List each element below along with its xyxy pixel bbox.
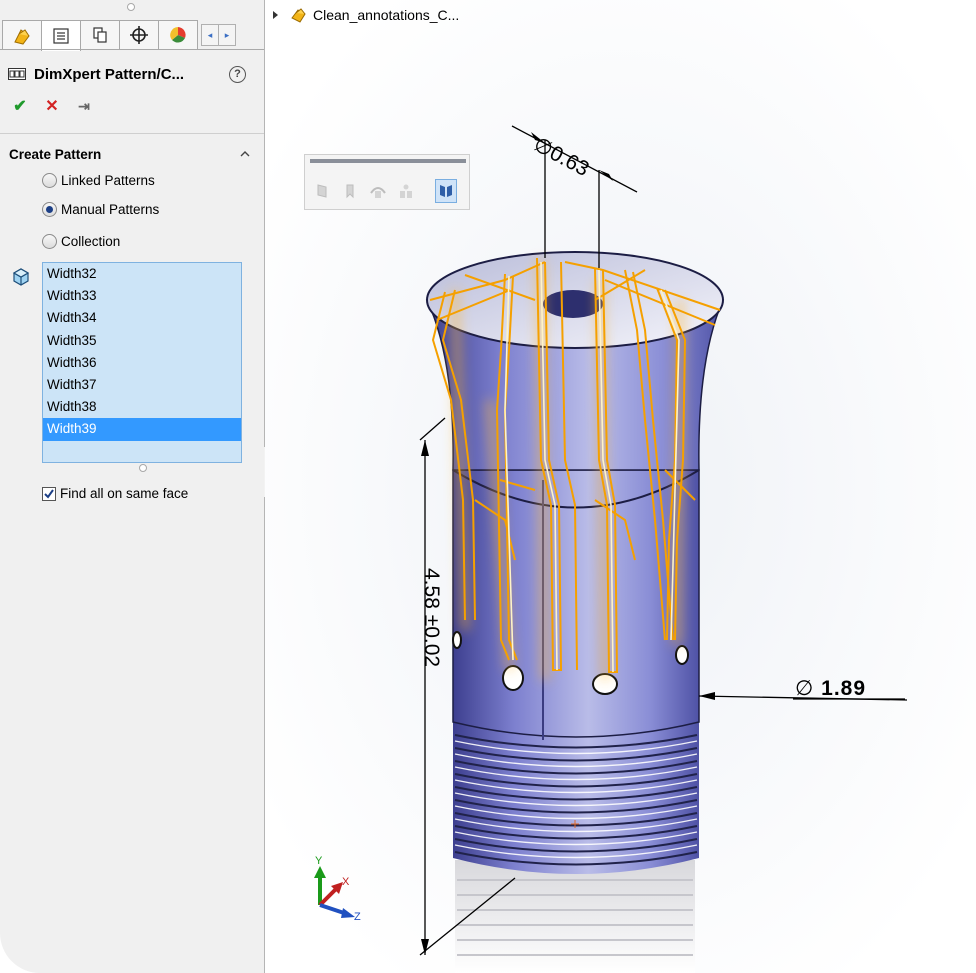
radio-manual-patterns[interactable]: Manual Patterns	[42, 202, 159, 217]
dimension-value: 1.89	[821, 677, 867, 700]
cancel-button[interactable]: ✕	[42, 96, 62, 116]
dimension-outer-diameter[interactable]: ∅ 1.89	[795, 676, 866, 701]
action-buttons: ✔ ✕ ⇥	[10, 96, 106, 116]
property-manager-icon	[53, 28, 69, 44]
tab-scroll-left[interactable]: ◂	[201, 24, 219, 46]
graphics-area[interactable]: Clean_annotations_C... ∅0.63 4.58 ±0.02 …	[265, 0, 976, 973]
dimxpert-pattern-icon	[8, 68, 26, 80]
radio-button-checked[interactable]	[42, 202, 57, 217]
dimension-value: 4.58 ±0.02	[420, 568, 443, 668]
page-title: DimXpert Pattern/C...	[34, 65, 185, 83]
radio-collection[interactable]: Collection	[42, 234, 120, 249]
display-manager-icon	[170, 27, 186, 43]
tab-scroll: ◂ ▸	[201, 24, 236, 50]
tab-property-manager[interactable]	[41, 20, 81, 51]
group-pattern-icon	[400, 184, 412, 198]
pattern-features-list[interactable]: Width32 Width33 Width34 Width35 Width36 …	[42, 262, 242, 463]
app-window: ◂ ▸ DimXpert Pattern/C... ? ✔ ✕ ⇥ Create…	[0, 0, 976, 973]
list-item[interactable]: Width37	[43, 374, 241, 396]
tab-display-manager[interactable]	[158, 20, 198, 49]
header-divider	[0, 133, 264, 134]
pin-button[interactable]: ⇥	[74, 96, 94, 116]
list-resize-grip[interactable]	[139, 464, 147, 472]
property-manager-header: DimXpert Pattern/C... ?	[8, 62, 258, 86]
bookmark-icon	[346, 184, 354, 199]
axis-x-label: X	[342, 876, 350, 888]
radio-label: Manual Patterns	[61, 202, 160, 217]
toolbar-button-4[interactable]	[395, 179, 417, 203]
panel-resize-grip[interactable]	[127, 3, 135, 11]
dimxpert-manager-icon	[130, 26, 148, 44]
checkbox-label: Find all on same face	[60, 486, 189, 501]
create-pattern-group-header[interactable]: Create Pattern	[9, 145, 259, 163]
radio-label: Collection	[61, 234, 121, 249]
chevron-up-icon[interactable]	[239, 148, 251, 160]
toolbar-button-1[interactable]	[311, 179, 333, 203]
radio-button[interactable]	[42, 234, 57, 249]
toolbar-button-3[interactable]	[367, 179, 389, 203]
list-item[interactable]: Width33	[43, 285, 241, 307]
list-item[interactable]: Width34	[43, 307, 241, 329]
radio-linked-patterns[interactable]: Linked Patterns	[42, 173, 155, 188]
axis-y-label: Y	[315, 855, 323, 867]
list-item[interactable]: Width32	[43, 263, 241, 285]
arc-pattern-icon	[370, 187, 386, 198]
cube-icon	[12, 268, 30, 286]
tab-scroll-right[interactable]: ▸	[218, 24, 236, 46]
collection-pattern-icon	[440, 185, 452, 197]
toolbar-button-2[interactable]	[339, 179, 361, 203]
flag-icon	[317, 184, 327, 198]
ok-button[interactable]: ✔	[10, 96, 30, 116]
list-item[interactable]: Width38	[43, 396, 241, 418]
list-item[interactable]: Width35	[43, 330, 241, 352]
axis-z-label: Z	[354, 911, 361, 923]
dimension-length[interactable]: 4.58 ±0.02	[419, 568, 443, 667]
feature-manager-icon	[14, 29, 30, 45]
manager-tabs: ◂ ▸	[2, 20, 262, 51]
tab-feature-manager[interactable]	[2, 20, 42, 49]
configuration-manager-icon	[93, 27, 107, 43]
tab-dimxpert-manager[interactable]	[119, 20, 159, 49]
group-title: Create Pattern	[9, 146, 102, 162]
feature-tree-root[interactable]: Clean_annotations_C...	[273, 6, 459, 24]
toolbar-title-bar[interactable]	[310, 159, 466, 163]
help-icon[interactable]: ?	[229, 65, 246, 83]
list-item[interactable]: Width36	[43, 352, 241, 374]
expand-arrow-icon[interactable]	[273, 11, 278, 19]
radio-label: Linked Patterns	[61, 173, 155, 188]
part-icon	[291, 8, 306, 23]
toolbar-button-5[interactable]	[435, 179, 457, 203]
checkmark-icon	[44, 488, 54, 499]
property-manager-panel: ◂ ▸ DimXpert Pattern/C... ? ✔ ✕ ⇥ Create…	[0, 0, 265, 973]
radio-button[interactable]	[42, 173, 57, 188]
tab-configuration-manager[interactable]	[80, 20, 120, 49]
diameter-symbol: ∅	[795, 677, 815, 700]
part-model	[265, 0, 976, 973]
checkbox-checked[interactable]	[42, 486, 56, 501]
part-name-label: Clean_annotations_C...	[313, 7, 460, 23]
list-item-selected[interactable]: Width39	[43, 418, 241, 441]
tabs-divider	[0, 49, 264, 50]
pattern-type-toolbar	[304, 154, 470, 210]
find-all-same-face-option[interactable]: Find all on same face	[42, 486, 188, 501]
